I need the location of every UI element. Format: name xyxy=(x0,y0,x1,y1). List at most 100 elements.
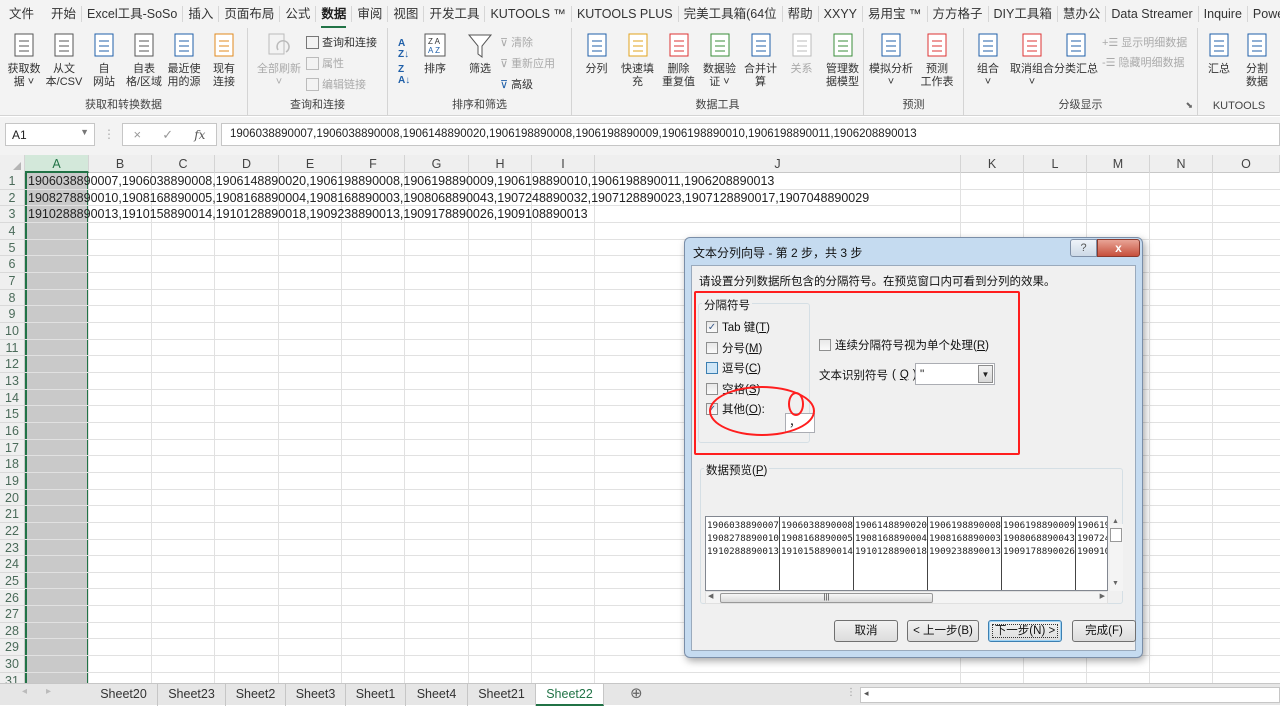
row-header-18[interactable]: 18 xyxy=(0,456,25,473)
row-header-25[interactable]: 25 xyxy=(0,572,25,590)
row-header-21[interactable]: 21 xyxy=(0,506,25,523)
preview-table[interactable]: 1906038890007 1908278890010 1910288890013 1… xyxy=(705,516,1108,591)
row-header-7[interactable]: 7 xyxy=(0,272,25,290)
column-header-g[interactable]: G xyxy=(405,155,469,173)
horizontal-scrollbar[interactable]: ◂ xyxy=(860,687,1280,703)
sheet-tab[interactable]: Sheet2 xyxy=(226,684,286,706)
row-header-6[interactable]: 6 xyxy=(0,256,25,273)
sheet-tab[interactable]: Sheet20 xyxy=(90,684,158,706)
formula-input[interactable]: 1906038890007,1906038890008,190614889002… xyxy=(221,123,1280,146)
relationships-button[interactable]: 关系 xyxy=(781,30,822,76)
ribbon-tab[interactable]: 帮助 xyxy=(783,6,819,22)
select-all-button[interactable] xyxy=(0,155,25,173)
row-header-20[interactable]: 20 xyxy=(0,489,25,507)
row-header-11[interactable]: 11 xyxy=(0,339,25,357)
sheet-tab[interactable]: Sheet1 xyxy=(346,684,406,706)
sort-desc-button[interactable]: Z A↓ xyxy=(398,64,410,86)
row-header-29[interactable]: 29 xyxy=(0,639,25,657)
column-header-j[interactable]: J xyxy=(595,155,961,173)
ribbon-tab[interactable]: Data Streamer xyxy=(1106,6,1199,22)
preview-horizontal-scrollbar[interactable]: ◀ ||| ▶ xyxy=(705,591,1108,604)
chevron-down-icon[interactable]: ▼ xyxy=(80,127,89,137)
row-header-23[interactable]: 23 xyxy=(0,539,25,557)
ribbon-tab[interactable]: 慧办公 xyxy=(1058,6,1107,22)
row-header-24[interactable]: 24 xyxy=(0,556,25,573)
scroll-prev-sheet-icon[interactable]: ◂ xyxy=(22,686,27,697)
column-header-o[interactable]: O xyxy=(1213,155,1280,173)
row-header-4[interactable]: 4 xyxy=(0,222,25,240)
row-header-5[interactable]: 5 xyxy=(0,239,25,257)
scroll-down-icon[interactable]: ▼ xyxy=(1112,580,1119,587)
finish-button[interactable]: 完成(F) xyxy=(1072,620,1136,642)
row-header-27[interactable]: 27 xyxy=(0,606,25,623)
scroll-left-icon[interactable]: ◀ xyxy=(708,592,713,600)
row-header-8[interactable]: 8 xyxy=(0,289,25,307)
checkbox-box[interactable] xyxy=(819,339,831,351)
column-header-f[interactable]: F xyxy=(342,155,405,173)
consolidate-button[interactable]: 合并计算 xyxy=(740,30,781,89)
column-header-c[interactable]: C xyxy=(152,155,215,173)
column-header-a[interactable]: A xyxy=(25,155,89,173)
sheet-tab[interactable]: Sheet3 xyxy=(286,684,346,706)
preview-vertical-scrollbar[interactable]: ▲ ▼ xyxy=(1110,518,1123,591)
dialog-launcher-icon[interactable]: ⬊ xyxy=(1185,100,1193,111)
column-header-n[interactable]: N xyxy=(1150,155,1213,173)
data-validation-button[interactable]: 数据验证 ˅ xyxy=(699,30,740,89)
delimiter-checkbox[interactable]: 分号(M) xyxy=(706,340,762,356)
column-header-k[interactable]: K xyxy=(961,155,1024,173)
row-header-17[interactable]: 17 xyxy=(0,439,25,457)
flash-fill-button[interactable]: 快速填充 xyxy=(617,30,658,89)
checkbox-unchecked[interactable] xyxy=(706,362,718,374)
advanced-filter-button[interactable]: ⊽ 高级 xyxy=(500,76,533,92)
scroll-next-sheet-icon[interactable]: ▸ xyxy=(46,686,51,697)
checkbox-checked[interactable]: ✓ xyxy=(706,321,718,333)
next-button[interactable]: 下一步(N) > xyxy=(988,620,1062,642)
row-header-16[interactable]: 16 xyxy=(0,422,25,440)
scroll-up-icon[interactable]: ▲ xyxy=(1112,518,1119,525)
ribbon-tab[interactable]: 数据 xyxy=(316,6,353,28)
row-header-3[interactable]: 3 xyxy=(0,206,25,223)
database-button[interactable]: 获取数据 ˅ xyxy=(4,30,44,89)
ribbon-tab[interactable]: 插入 xyxy=(183,6,220,22)
name-box[interactable]: A1 ▼ xyxy=(5,123,95,146)
table-button[interactable]: 自表 格/区域 xyxy=(124,30,164,89)
recent-source-button[interactable]: 最近使 用的源 xyxy=(164,30,204,89)
row-header-30[interactable]: 30 xyxy=(0,656,25,673)
consecutive-delimiters-checkbox[interactable]: 连续分隔符号视为单个处理(R) xyxy=(819,337,989,353)
sheet-tab[interactable]: Sheet22 xyxy=(536,684,604,706)
enter-icon[interactable]: ✓ xyxy=(162,127,173,143)
column-header-e[interactable]: E xyxy=(279,155,342,173)
column-header-h[interactable]: H xyxy=(469,155,532,173)
cancel-button[interactable]: 取消 xyxy=(834,620,898,642)
delimiter-checkbox[interactable]: ✓ Tab 键(T) xyxy=(706,319,770,335)
close-button[interactable]: x xyxy=(1097,239,1140,257)
help-button[interactable]: ? xyxy=(1070,239,1097,257)
row-header-15[interactable]: 15 xyxy=(0,406,25,423)
cell-a3[interactable]: 1910288890013,1910158890014,191012889001… xyxy=(28,206,588,222)
row-header-13[interactable]: 13 xyxy=(0,372,25,390)
row-header-1[interactable]: 1 xyxy=(0,173,25,190)
filter-button[interactable]: 筛选 xyxy=(462,30,498,76)
row-header-2[interactable]: 2 xyxy=(0,189,25,207)
split-data-button[interactable]: 分割 数据 xyxy=(1238,30,1276,89)
text-file-button[interactable]: 从文 本/CSV xyxy=(44,30,84,89)
sheet-tab[interactable]: Sheet4 xyxy=(406,684,468,706)
properties-button[interactable]: 属性 xyxy=(306,55,344,71)
ribbon-tab[interactable]: 开始 xyxy=(46,6,83,22)
checkbox-unchecked[interactable] xyxy=(706,341,718,354)
remove-duplicates-button[interactable]: 删除 重复值 xyxy=(658,30,699,89)
ribbon-tab[interactable]: 公式 xyxy=(280,6,317,22)
ribbon-tab[interactable]: Excel工具-SoSo xyxy=(82,6,184,22)
back-button[interactable]: < 上一步(B) xyxy=(907,620,979,642)
sheet-tab[interactable]: Sheet21 xyxy=(468,684,536,706)
edit-links-button[interactable]: 编辑链接 xyxy=(306,76,366,92)
delimiter-checkbox[interactable]: 逗号(C) xyxy=(706,360,761,376)
ribbon-tab[interactable]: 页面布局 xyxy=(219,6,281,22)
queries-connections-button[interactable]: 查询和连接 xyxy=(306,34,377,50)
existing-connection-button[interactable]: 现有 连接 xyxy=(204,30,244,89)
row-header-14[interactable]: 14 xyxy=(0,389,25,407)
checkbox-unchecked[interactable] xyxy=(706,382,718,395)
ribbon-tab[interactable]: 开发工具 xyxy=(424,6,486,22)
column-header-m[interactable]: M xyxy=(1087,155,1150,173)
row-header-9[interactable]: 9 xyxy=(0,306,25,323)
